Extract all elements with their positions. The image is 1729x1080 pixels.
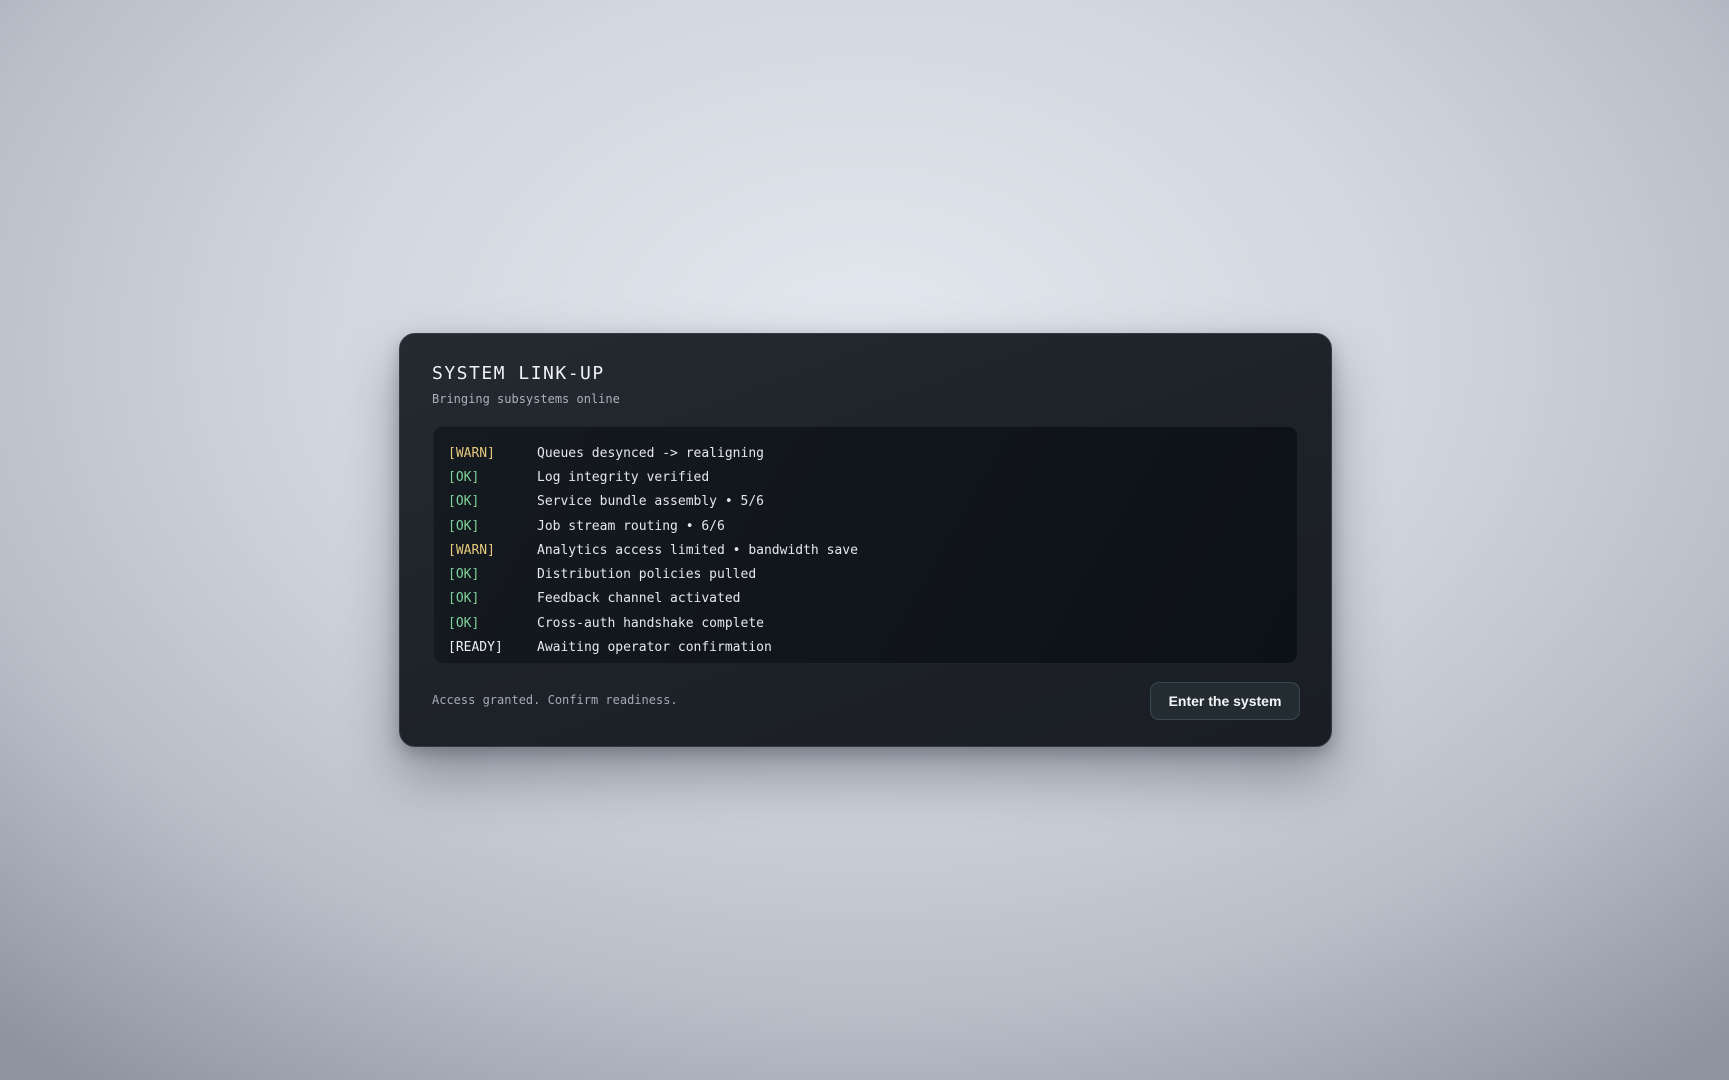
log-message: Log integrity verified [537, 469, 710, 485]
system-linkup-dialog: SYSTEM LINK-UP Bringing subsystems onlin… [399, 333, 1332, 747]
log-line: [OK] Feedback channel activated [434, 587, 1297, 611]
log-message: Cross-auth handshake complete [537, 615, 764, 631]
log-line: [OK] Service bundle assembly • 5/6 [434, 490, 1297, 514]
log-line: [WARN] Analytics access limited • bandwi… [434, 538, 1297, 562]
access-status-text: Access granted. Confirm readiness. [432, 693, 678, 707]
status-tag-ok: [OK] [448, 567, 480, 583]
log-line: [OK] Log integrity verified [434, 465, 1297, 489]
log-line: [WARN] Queues desynced -> realigning [434, 441, 1297, 465]
status-tag-ok: [OK] [448, 615, 480, 631]
log-line: [READY] Awaiting operator confirmation [434, 635, 1297, 659]
log-message: Job stream routing • 6/6 [537, 518, 725, 534]
status-tag-ready: [READY] [448, 640, 503, 656]
log-message: Service bundle assembly • 5/6 [537, 494, 764, 510]
status-tag-ok: [OK] [448, 591, 480, 607]
status-tag-warn: [WARN] [448, 445, 495, 461]
log-message: Awaiting operator confirmation [537, 640, 772, 656]
log-line: [OK] Distribution policies pulled [434, 562, 1297, 586]
log-message: Analytics access limited • bandwidth sav… [537, 542, 858, 558]
log-panel: [WARN] Queues desynced -> realigning [OK… [433, 426, 1298, 664]
status-tag-warn: [WARN] [448, 542, 495, 558]
dialog-title: SYSTEM LINK-UP [432, 363, 605, 384]
status-tag-ok: [OK] [448, 469, 480, 485]
dialog-subtitle: Bringing subsystems online [432, 392, 620, 406]
log-message: Queues desynced -> realigning [537, 445, 764, 461]
enter-system-button[interactable]: Enter the system [1150, 682, 1300, 720]
status-tag-ok: [OK] [448, 518, 480, 534]
log-message: Distribution policies pulled [537, 567, 757, 583]
log-line: [OK] Cross-auth handshake complete [434, 611, 1297, 635]
status-tag-ok: [OK] [448, 494, 480, 510]
log-message: Feedback channel activated [537, 591, 741, 607]
log-line: [OK] Job stream routing • 6/6 [434, 514, 1297, 538]
